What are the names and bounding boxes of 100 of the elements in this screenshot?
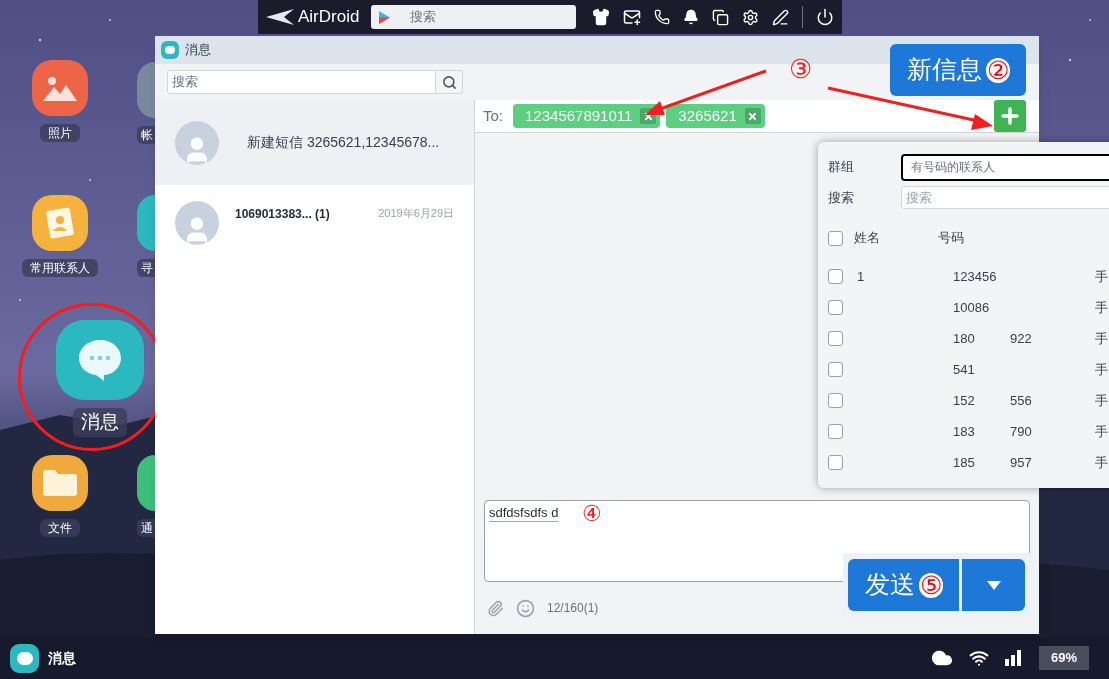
contact-row[interactable]: 152 556 手	[828, 385, 1109, 416]
contact-type: 手	[1095, 422, 1108, 441]
group-label: 群组	[828, 158, 854, 177]
contact-card-icon	[45, 207, 75, 239]
app-label: 寻	[137, 259, 155, 277]
contact-row[interactable]: 183 790 手	[828, 416, 1109, 447]
app-label: 消息	[73, 408, 127, 437]
contact-number: 10086	[953, 299, 990, 315]
column-header: 号码	[938, 229, 964, 248]
smiley-icon[interactable]	[516, 598, 535, 618]
taskbar-app-label[interactable]: 消息	[48, 647, 76, 669]
send-button[interactable]: 发送 ⑤	[848, 559, 959, 611]
paperclip-icon[interactable]	[487, 599, 504, 617]
checkbox[interactable]	[828, 269, 843, 284]
devices-icon[interactable]	[712, 8, 729, 26]
group-select[interactable]: 有号码的联系人	[901, 153, 1109, 181]
checkbox[interactable]	[828, 424, 843, 439]
signal-icon	[1004, 650, 1023, 666]
column-header: 姓名	[854, 229, 881, 248]
annotation-marker: ②	[985, 57, 1010, 83]
contact-number: 185	[953, 454, 975, 470]
send-options-button[interactable]	[962, 559, 1025, 611]
app-label: 帐	[137, 126, 155, 144]
search-field[interactable]: 搜索	[371, 5, 576, 29]
app-icon[interactable]	[32, 195, 88, 251]
character-counter: 12/160(1)	[547, 600, 599, 617]
message-text: sdfdsfsdfs d	[489, 504, 559, 522]
pen-icon[interactable]	[772, 8, 789, 26]
paper-plane-icon	[266, 9, 294, 25]
bell-icon[interactable]	[683, 9, 699, 25]
search-label: 搜索	[828, 188, 854, 207]
contact-number: 180	[953, 330, 975, 346]
contact-name: 1	[857, 268, 865, 284]
contact-number: 541	[953, 361, 975, 377]
remove-button[interactable]	[744, 108, 761, 124]
checkbox[interactable]	[828, 362, 843, 377]
checkbox[interactable]	[828, 300, 843, 315]
contact-number: 922	[1010, 330, 1032, 346]
conversation-title: 新建短信 3265621,12345678...	[247, 133, 440, 152]
search-icon	[441, 74, 457, 90]
window-title: 消息	[185, 41, 211, 60]
contact-number: 957	[1010, 454, 1032, 470]
battery-level: 69%	[1038, 646, 1089, 670]
conversation-date: 2019年6月29日	[378, 206, 454, 221]
avatar-icon	[175, 201, 219, 245]
app-label: 文件	[40, 519, 80, 537]
annotation-marker: ③	[789, 56, 812, 82]
contact-type: 手	[1095, 329, 1108, 348]
contact-row[interactable]: 185 957 手	[828, 447, 1109, 478]
checkbox[interactable]	[828, 331, 843, 346]
checkbox[interactable]	[828, 455, 843, 470]
contact-number: 152	[953, 392, 975, 408]
app-logo: AirDroid	[298, 6, 360, 29]
recipient-label: To:	[482, 105, 504, 126]
mountain-picture-icon	[43, 75, 77, 101]
group-value: 有号码的联系人	[911, 159, 995, 176]
annotation-marker: ⑤	[918, 572, 943, 598]
search-placeholder: 搜索	[410, 8, 437, 27]
app-label: 照片	[40, 124, 80, 142]
contact-type: 手	[1095, 391, 1108, 410]
search-field[interactable]: 搜索	[167, 70, 436, 94]
close-icon	[642, 110, 654, 122]
recipient-number: 3265621	[678, 105, 737, 126]
app-label: 通	[137, 519, 155, 537]
contact-type: 手	[1095, 267, 1108, 286]
caret-icon	[986, 580, 1001, 590]
search-button[interactable]	[436, 70, 463, 94]
close-icon	[747, 110, 759, 122]
checkbox[interactable]	[828, 393, 843, 408]
contact-number: 183	[953, 423, 975, 439]
contact-type: 手	[1095, 453, 1108, 472]
chat-bubble-icon	[161, 41, 179, 59]
contact-type: 手	[1095, 298, 1108, 317]
phone-icon[interactable]	[654, 9, 670, 25]
play-store-icon	[379, 10, 391, 24]
app-label: 常用联系人	[22, 259, 98, 277]
contact-number: 556	[1010, 392, 1032, 408]
checkbox[interactable]	[828, 230, 843, 246]
add-recipient-button[interactable]	[994, 100, 1026, 132]
app-icon[interactable]	[32, 455, 88, 511]
shirt-icon[interactable]	[592, 8, 610, 26]
contact-row[interactable]: 10086 手	[828, 292, 1109, 323]
annotation-marker: ④	[582, 503, 603, 525]
new-message-button[interactable]: 新信息 ②	[890, 44, 1026, 96]
conversation-title: 1069013383... (1)	[235, 206, 330, 223]
chat-bubble-icon	[77, 338, 123, 382]
mail-plus-icon[interactable]	[623, 8, 641, 26]
settings-icon[interactable]	[742, 8, 759, 26]
contact-type: 手	[1095, 360, 1108, 379]
contact-row[interactable]: 541 手	[828, 354, 1109, 385]
contact-number: 123456	[953, 268, 997, 284]
contact-number: 790	[1010, 423, 1032, 439]
contact-row[interactable]: 180 922 手	[828, 323, 1109, 354]
plus-icon	[998, 104, 1022, 128]
app-icon[interactable]	[32, 60, 88, 116]
search-placeholder: 搜索	[906, 188, 932, 207]
power-icon[interactable]	[816, 8, 834, 26]
contact-row[interactable]: 1 123456 手	[828, 261, 1109, 292]
conversation-item[interactable]: 新建短信 3265621,12345678...	[155, 100, 474, 185]
search-placeholder: 搜索	[172, 73, 198, 92]
